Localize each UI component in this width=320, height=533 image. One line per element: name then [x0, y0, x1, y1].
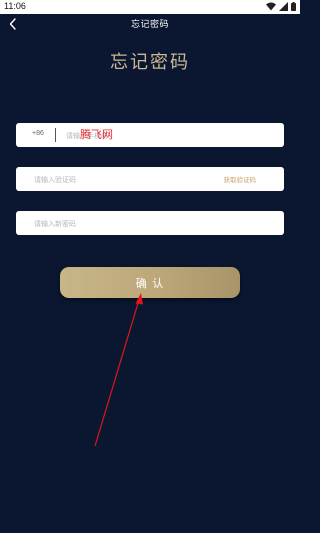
new-password-field	[16, 211, 284, 235]
page-title: 忘记密码	[110, 52, 190, 73]
phone-field: +86 腾飞网	[16, 123, 284, 147]
status-bar: 11:06	[0, 0, 300, 14]
signal-icon	[279, 2, 288, 14]
phone-input[interactable]	[64, 129, 268, 143]
get-code-button[interactable]: 获取验证码	[224, 174, 257, 184]
wifi-icon	[266, 2, 276, 14]
battery-icon	[291, 2, 296, 14]
verification-code-field: 获取验证码	[16, 167, 284, 191]
status-icons	[266, 2, 296, 14]
header-title: 忘记密码	[130, 20, 169, 30]
verification-code-input[interactable]	[32, 173, 196, 187]
confirm-button[interactable]: 确 认	[60, 267, 240, 298]
status-time: 11:06	[4, 1, 26, 11]
country-code-selector[interactable]: +86	[32, 130, 44, 137]
phone-divider	[55, 128, 56, 142]
app-header: 忘记密码	[0, 14, 300, 36]
new-password-input[interactable]	[32, 217, 276, 231]
